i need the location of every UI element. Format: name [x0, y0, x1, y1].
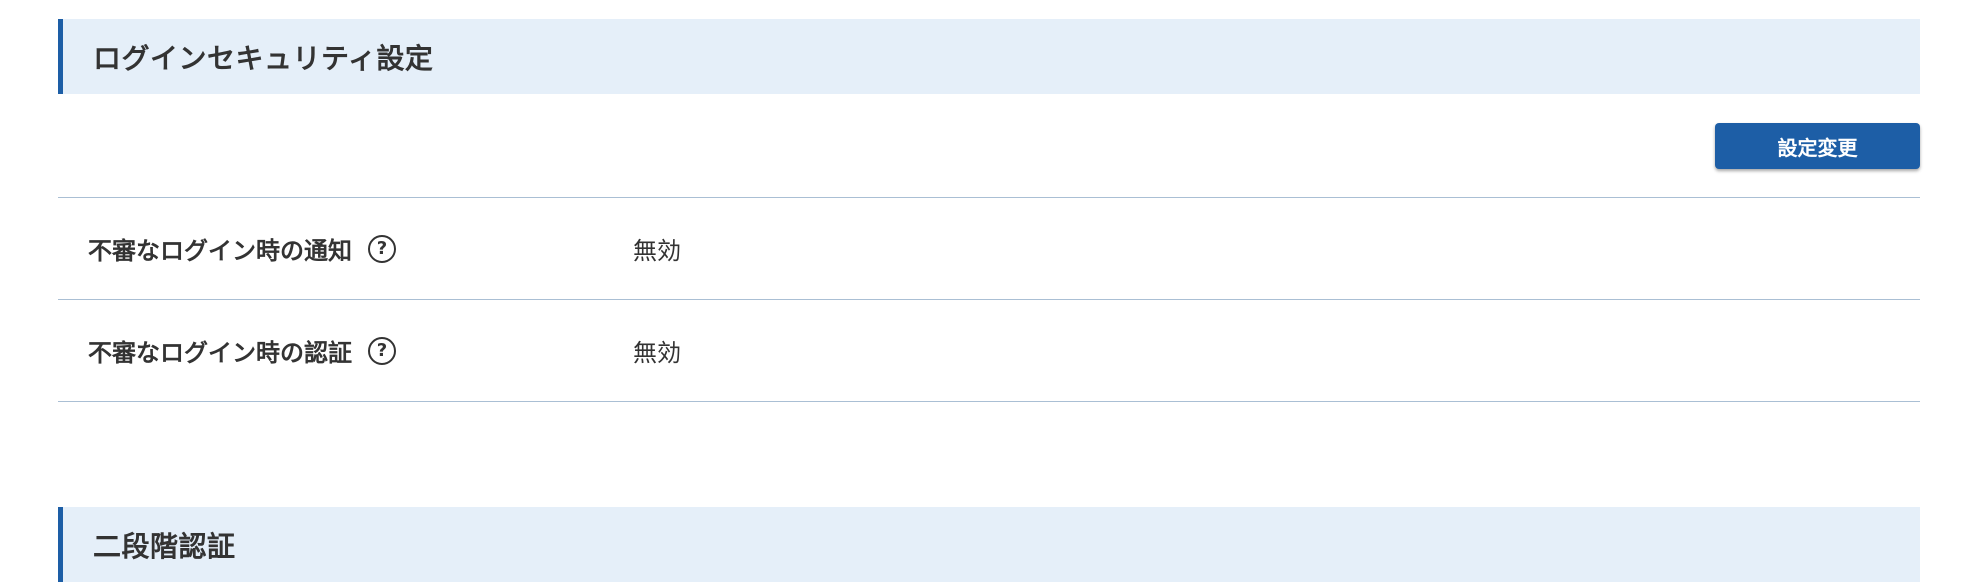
setting-label: 不審なログイン時の通知 ? [58, 231, 633, 266]
setting-value: 無効 [633, 339, 681, 367]
setting-row-suspicious-login-notification: 不審なログイン時の通知 ? 無効 [58, 198, 1920, 300]
setting-value: 無効 [633, 237, 681, 265]
settings-list: 不審なログイン時の通知 ? 無効 不審なログイン時の認証 ? 無効 [58, 197, 1920, 402]
section-header-two-factor: 二段階認証 [58, 507, 1920, 582]
section-title: ログインセキュリティ設定 [93, 41, 434, 75]
section-header-login-security: ログインセキュリティ設定 [58, 19, 1920, 94]
change-settings-button[interactable]: 設定変更 [1715, 123, 1920, 169]
help-icon[interactable]: ? [368, 234, 396, 263]
setting-label: 不審なログイン時の認証 ? [58, 333, 633, 368]
page: ログインセキュリティ設定 設定変更 不審なログイン時の通知 ? 無効 不審なログ… [0, 0, 1986, 583]
help-icon[interactable]: ? [368, 336, 396, 365]
setting-row-suspicious-login-authentication: 不審なログイン時の認証 ? 無効 [58, 300, 1920, 402]
setting-label-text: 不審なログイン時の認証 [88, 339, 352, 367]
setting-label-text: 不審なログイン時の通知 [88, 237, 352, 265]
section-title: 二段階認証 [93, 529, 236, 563]
